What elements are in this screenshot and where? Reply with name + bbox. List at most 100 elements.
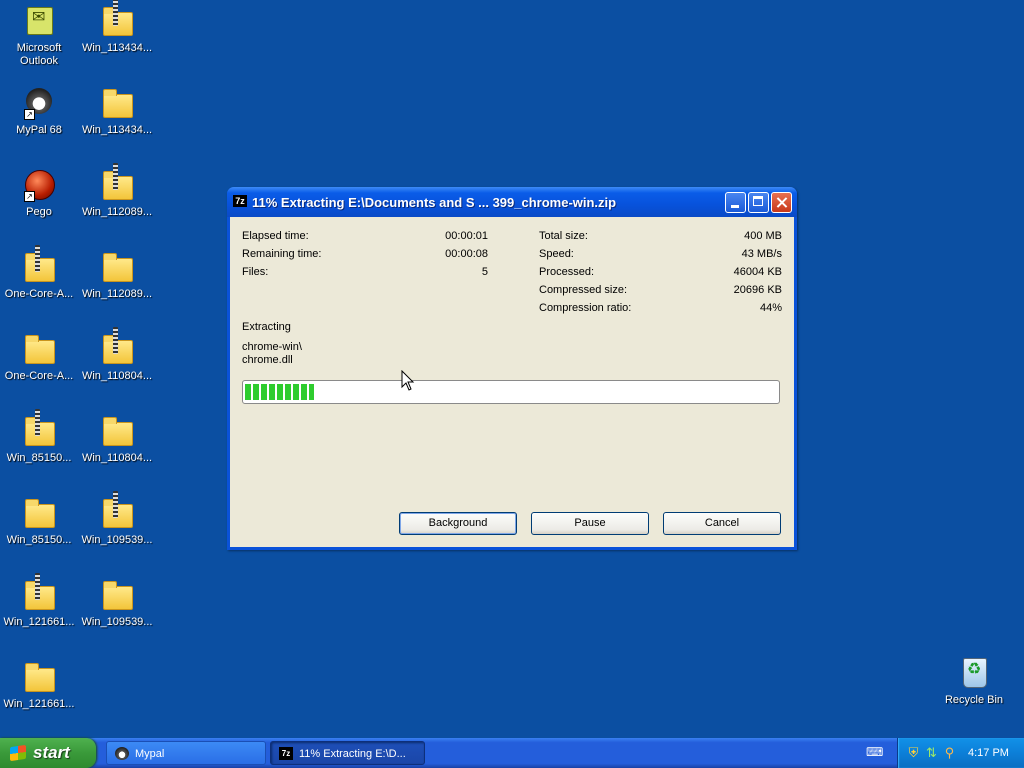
folder-icon bbox=[100, 414, 134, 448]
desktop-icon-win-112089-folder[interactable]: Win_112089... bbox=[78, 250, 156, 301]
zip-folder-icon bbox=[100, 163, 134, 202]
maximize-button[interactable] bbox=[748, 192, 769, 213]
mypal-icon: ↗ bbox=[22, 86, 56, 120]
desktop-icon-label: Recycle Bin bbox=[944, 694, 1004, 706]
remaining-time-label: Remaining time: bbox=[242, 248, 322, 260]
window-titlebar[interactable]: 7z 11% Extracting E:\Documents and S ...… bbox=[227, 187, 797, 217]
desktop-icon-label: Win_110804... bbox=[81, 370, 153, 382]
desktop-icon-one-core-folder[interactable]: One-Core-A... bbox=[0, 332, 78, 383]
desktop-icon-label: Win_113434... bbox=[81, 124, 153, 136]
desktop-icon-label: Win_85150... bbox=[6, 452, 72, 464]
taskbar-item-7zip[interactable]: 7z 11% Extracting E:\D... bbox=[270, 741, 425, 765]
processed-value: 46004 KB bbox=[733, 266, 782, 278]
folder-icon bbox=[22, 332, 56, 366]
network-icon[interactable]: ⇅ bbox=[924, 745, 939, 760]
window-title: 11% Extracting E:\Documents and S ... 39… bbox=[252, 195, 617, 210]
zip-folder-icon bbox=[100, 491, 134, 530]
folder-icon bbox=[22, 496, 56, 530]
start-label: start bbox=[33, 743, 70, 762]
compressed-size-label: Compressed size: bbox=[539, 284, 628, 296]
elapsed-time-value: 00:00:01 bbox=[445, 230, 488, 242]
desktop-icon-win-121661-zip[interactable]: Win_121661... bbox=[0, 573, 78, 629]
desktop-icon-label: Win_85150... bbox=[6, 534, 72, 546]
pause-button[interactable]: Pause bbox=[531, 512, 649, 535]
files-label: Files: bbox=[242, 266, 269, 278]
compression-ratio-value: 44% bbox=[759, 302, 782, 314]
compressed-size-value: 20696 KB bbox=[733, 284, 782, 296]
window-client-area: Elapsed time: 00:00:01 Remaining time: 0… bbox=[230, 217, 794, 547]
desktop-icon-win-112089-zip[interactable]: Win_112089... bbox=[78, 163, 156, 219]
desktop-icon-win-85150-folder[interactable]: Win_85150... bbox=[0, 496, 78, 547]
zip-folder-icon bbox=[22, 409, 56, 448]
zip-folder-icon bbox=[22, 245, 56, 284]
security-shield-icon[interactable]: ⛨ bbox=[906, 745, 921, 760]
desktop-icon-label: One-Core-A... bbox=[4, 370, 74, 382]
7zip-icon: 7z bbox=[233, 195, 247, 207]
remaining-time-value: 00:00:08 bbox=[445, 248, 488, 260]
desktop-icon-label: Win_109539... bbox=[81, 616, 153, 628]
close-button[interactable] bbox=[771, 192, 792, 213]
zip-folder-icon bbox=[22, 573, 56, 612]
desktop-icon-label: Win_121661... bbox=[3, 616, 75, 628]
minimize-button[interactable] bbox=[725, 192, 746, 213]
desktop-icon-microsoft-outlook[interactable]: Microsoft Outlook bbox=[0, 4, 78, 68]
processed-label: Processed: bbox=[539, 266, 595, 278]
pego-icon: ↗ bbox=[22, 168, 56, 202]
clock[interactable]: 4:17 PM bbox=[968, 738, 1009, 768]
extract-progress-window: 7z 11% Extracting E:\Documents and S ...… bbox=[227, 187, 797, 550]
folder-icon bbox=[22, 660, 56, 694]
desktop-icon-win-109539-folder[interactable]: Win_109539... bbox=[78, 578, 156, 629]
desktop-icon-label: Win_109539... bbox=[81, 534, 153, 546]
operation-label: Extracting bbox=[242, 321, 291, 333]
taskbar-item-mypal[interactable]: Mypal bbox=[106, 741, 266, 765]
desktop-icon-win-121661-folder[interactable]: Win_121661... bbox=[0, 660, 78, 711]
desktop-icon-pego[interactable]: ↗ Pego bbox=[0, 168, 78, 219]
desktop-icon-one-core-zip[interactable]: One-Core-A... bbox=[0, 245, 78, 301]
current-file: chrome.dll bbox=[242, 354, 293, 366]
desktop-icon-label: Win_112089... bbox=[81, 288, 153, 300]
desktop-icon-win-110804-zip[interactable]: Win_110804... bbox=[78, 327, 156, 383]
desktop-icon-label: Win_112089... bbox=[81, 206, 153, 218]
total-size-label: Total size: bbox=[539, 230, 588, 242]
background-button[interactable]: Background bbox=[399, 512, 517, 535]
outlook-icon bbox=[22, 4, 56, 38]
elapsed-time-label: Elapsed time: bbox=[242, 230, 309, 242]
start-button[interactable]: start bbox=[0, 738, 96, 768]
desktop-icon-label: Win_121661... bbox=[3, 698, 75, 710]
keyboard-icon[interactable]: ⌨ bbox=[866, 746, 884, 758]
desktop-icon-win-110804-folder[interactable]: Win_110804... bbox=[78, 414, 156, 465]
compression-ratio-label: Compression ratio: bbox=[539, 302, 632, 314]
speed-value: 43 MB/s bbox=[741, 248, 782, 260]
desktop-icon-mypal[interactable]: ↗ MyPal 68 bbox=[0, 86, 78, 137]
cancel-button[interactable]: Cancel bbox=[663, 512, 781, 535]
desktop-icon-label: MyPal 68 bbox=[16, 124, 62, 136]
desktop-icon-label: Pego bbox=[26, 206, 52, 218]
folder-icon bbox=[100, 578, 134, 612]
mypal-icon bbox=[115, 747, 129, 760]
folder-icon bbox=[100, 250, 134, 284]
zip-folder-icon bbox=[100, 327, 134, 366]
desktop-icon-label: Win_113434... bbox=[81, 42, 153, 54]
speed-label: Speed: bbox=[539, 248, 574, 260]
folder-icon bbox=[100, 86, 134, 120]
desktop-icon-win-109539-zip[interactable]: Win_109539... bbox=[78, 491, 156, 547]
system-tray: ⛨ ⇅ ⚲ 4:17 PM bbox=[897, 738, 1024, 768]
desktop-icon-label: One-Core-A... bbox=[4, 288, 74, 300]
total-size-value: 400 MB bbox=[744, 230, 782, 242]
mouse-cursor-icon bbox=[401, 370, 415, 391]
taskbar-item-label: 11% Extracting E:\D... bbox=[299, 748, 406, 760]
current-path: chrome-win\ bbox=[242, 341, 302, 353]
taskbar: start Mypal 7z 11% Extracting E:\D... ⌨ … bbox=[0, 738, 1024, 768]
desktop-icon-label: Microsoft Outlook bbox=[16, 42, 62, 67]
desktop-icon-win-113434-zip[interactable]: Win_113434... bbox=[78, 0, 156, 55]
windows-logo-icon bbox=[10, 744, 26, 762]
desktop-icon-recycle-bin[interactable]: Recycle Bin bbox=[935, 656, 1013, 707]
desktop-icon-win-113434-folder[interactable]: Win_113434... bbox=[78, 86, 156, 137]
progress-fill bbox=[245, 384, 314, 400]
search-icon[interactable]: ⚲ bbox=[942, 745, 957, 760]
taskbar-item-label: Mypal bbox=[135, 748, 165, 760]
desktop-icon-win-85150-zip[interactable]: Win_85150... bbox=[0, 409, 78, 465]
files-value: 5 bbox=[481, 266, 488, 278]
recycle-bin-icon bbox=[957, 656, 991, 690]
7zip-icon: 7z bbox=[279, 747, 293, 760]
